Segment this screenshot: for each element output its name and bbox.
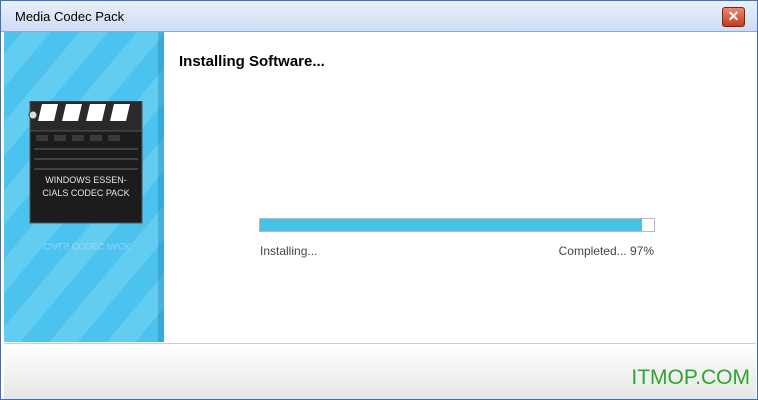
page-heading: Installing Software... [179, 53, 325, 70]
title-bar[interactable]: Media Codec Pack ✕ [1, 1, 757, 32]
window-title: Media Codec Pack [15, 9, 125, 24]
install-progress-bar [259, 218, 655, 232]
completion-text: Completed... 97% [558, 244, 654, 258]
sidebar-banner: WINDOWS ESSEN- CIALS CODEC PACK CIALS CO… [4, 32, 164, 342]
clapperboard-logo: WINDOWS ESSEN- CIALS CODEC PACK [28, 101, 143, 224]
logo-reflection: CIALS CODEC PACK [43, 241, 131, 251]
logo-text-line1: WINDOWS ESSEN- [45, 175, 127, 185]
close-button[interactable]: ✕ [722, 7, 745, 27]
logo-text-line2: CIALS CODEC PACK [42, 188, 129, 198]
status-text: Installing... [260, 244, 318, 258]
close-icon: ✕ [727, 8, 740, 24]
watermark-text: ITMOP.COM [631, 366, 750, 389]
footer-bar: ITMOP.COM [4, 343, 756, 399]
progress-fill [260, 219, 643, 231]
main-content: Installing Software... Installing... Com… [164, 32, 754, 342]
